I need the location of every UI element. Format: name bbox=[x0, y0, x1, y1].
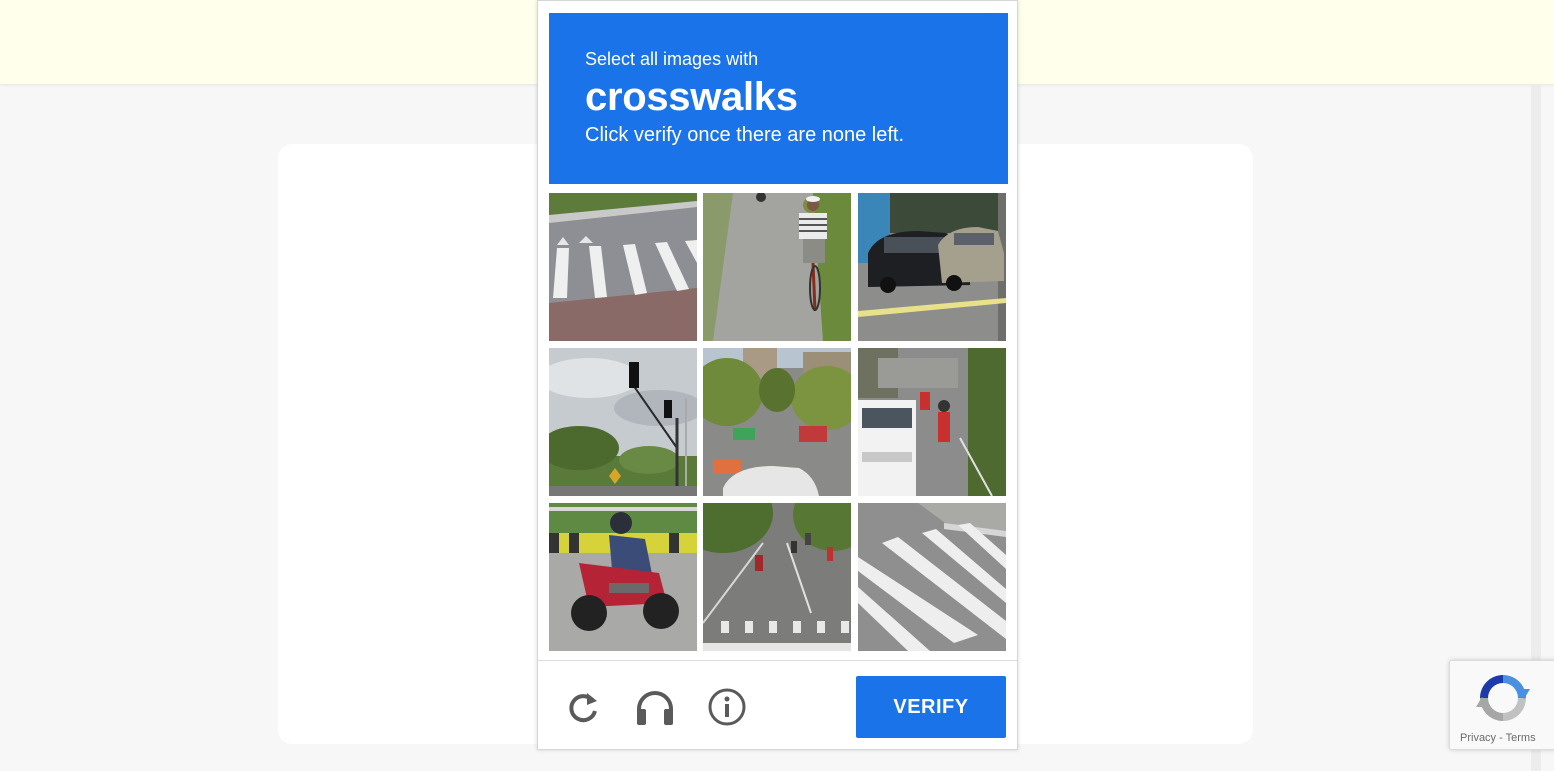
instruction-bottom: Click verify once there are none left. bbox=[585, 124, 905, 146]
info-icon[interactable] bbox=[707, 687, 747, 727]
captcha-tile-road-motorbikes[interactable] bbox=[703, 503, 851, 651]
captcha-footer: VERIFY bbox=[538, 660, 1017, 750]
recaptcha-badge[interactable]: Privacy - Terms bbox=[1449, 660, 1554, 750]
captcha-tile-traffic-lights[interactable] bbox=[549, 348, 697, 496]
instruction-keyword: crosswalks bbox=[585, 75, 798, 119]
captcha-tile-crosswalk-1[interactable] bbox=[549, 193, 697, 341]
terms-link[interactable]: Terms bbox=[1506, 732, 1536, 744]
captcha-tile-city-street[interactable] bbox=[703, 348, 851, 496]
recaptcha-logo-icon bbox=[1474, 669, 1532, 727]
captcha-tile-parked-cars[interactable] bbox=[858, 193, 1006, 341]
captcha-tile-crosswalk-2[interactable] bbox=[858, 503, 1006, 651]
captcha-instructions: Select all images with crosswalks Click … bbox=[549, 13, 1008, 184]
captcha-image-grid bbox=[549, 193, 1008, 651]
verify-button[interactable]: VERIFY bbox=[856, 676, 1006, 738]
audio-headphones-icon[interactable] bbox=[635, 687, 675, 727]
captcha-tile-traffic-van[interactable] bbox=[858, 348, 1006, 496]
instruction-top: Select all images with bbox=[585, 49, 759, 69]
recaptcha-links: Privacy - Terms bbox=[1460, 732, 1536, 744]
links-separator: - bbox=[1499, 732, 1503, 744]
privacy-link[interactable]: Privacy bbox=[1460, 732, 1496, 744]
captcha-challenge-dialog: Select all images with crosswalks Click … bbox=[537, 0, 1018, 750]
captcha-tile-motorcycle[interactable] bbox=[549, 503, 697, 651]
captcha-tile-cyclist[interactable] bbox=[703, 193, 851, 341]
reload-icon[interactable] bbox=[563, 687, 603, 727]
